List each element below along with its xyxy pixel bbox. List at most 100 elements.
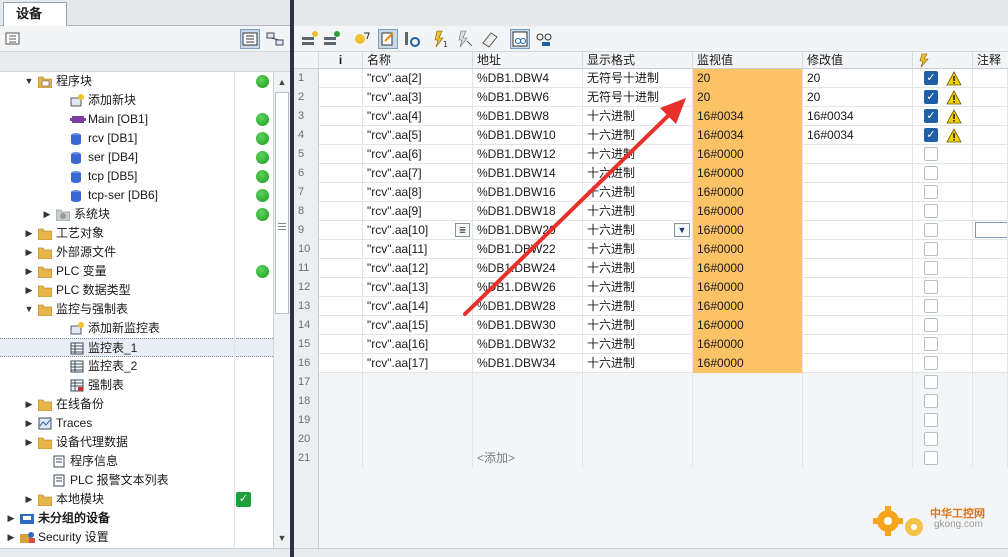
cell-modify-trigger[interactable]: [913, 240, 973, 259]
cell-comment[interactable]: [973, 88, 1008, 107]
cell-monitor-value[interactable]: 16#0000: [693, 259, 803, 278]
cell-address[interactable]: %DB1.DBW12: [473, 145, 583, 164]
cell-format[interactable]: 十六进制: [583, 126, 693, 145]
cell-comment[interactable]: [973, 316, 1008, 335]
modify-checkbox[interactable]: [924, 223, 938, 237]
tree-item[interactable]: tcp [DB5]: [0, 167, 273, 186]
tree-item[interactable]: 强制表: [0, 376, 273, 395]
empty-cell[interactable]: [473, 411, 583, 430]
cell-comment[interactable]: [973, 145, 1008, 164]
tree-item[interactable]: ▼ 监控与强制表: [0, 300, 273, 319]
tree-item[interactable]: ▶ Security 设置: [0, 528, 273, 547]
network-view-icon[interactable]: [266, 31, 284, 47]
cell-address[interactable]: %DB1.DBW4: [473, 69, 583, 88]
empty-cell[interactable]: [473, 392, 583, 411]
empty-cell[interactable]: [583, 392, 693, 411]
collapse-arrow-icon[interactable]: ▼: [24, 72, 34, 91]
add-row-link[interactable]: <添加>: [477, 451, 515, 465]
cell-comment[interactable]: [973, 164, 1008, 183]
table-row[interactable]: 12 "rcv".aa[13] %DB1.DBW26 十六进制 16#0000: [294, 278, 1008, 297]
add-row-icon[interactable]: [322, 29, 342, 49]
empty-cell[interactable]: [913, 392, 973, 411]
overview-view-button[interactable]: [240, 29, 260, 49]
monitor-all-button[interactable]: [378, 29, 398, 49]
empty-cell[interactable]: [319, 411, 363, 430]
cell-comment[interactable]: [973, 354, 1008, 373]
tree-scroll-thumb[interactable]: [275, 92, 289, 314]
cell-format[interactable]: 十六进制: [583, 240, 693, 259]
cell-address[interactable]: %DB1.DBW10: [473, 126, 583, 145]
cell-format[interactable]: 十六进制: [583, 278, 693, 297]
cell-address[interactable]: %DB1.DBW18: [473, 202, 583, 221]
cell-modify-value[interactable]: [803, 354, 913, 373]
cell-name[interactable]: "rcv".aa[6]: [363, 145, 473, 164]
cell-info[interactable]: [319, 69, 363, 88]
modify-checkbox[interactable]: ✓: [924, 109, 938, 123]
cell-monitor-value[interactable]: 20: [693, 88, 803, 107]
cell-format[interactable]: 十六进制: [583, 316, 693, 335]
cell-modify-trigger[interactable]: ✓: [913, 107, 973, 126]
cell-address[interactable]: %DB1.DBW20: [473, 221, 583, 240]
cell-comment[interactable]: [973, 259, 1008, 278]
cell-modify-trigger[interactable]: [913, 297, 973, 316]
table-row[interactable]: 2 "rcv".aa[3] %DB1.DBW6 无符号十进制 20 20 ✓: [294, 88, 1008, 107]
cell-format[interactable]: 十六进制: [583, 354, 693, 373]
cell-modify-trigger[interactable]: [913, 354, 973, 373]
enable-peripheral-icon[interactable]: [480, 29, 500, 49]
cell-address[interactable]: %DB1.DBW30: [473, 316, 583, 335]
tree-item[interactable]: ser [DB4]: [0, 148, 273, 167]
tree-item[interactable]: tcp-ser [DB6]: [0, 186, 273, 205]
cell-monitor-value[interactable]: 20: [693, 69, 803, 88]
table-row[interactable]: 1 "rcv".aa[2] %DB1.DBW4 无符号十进制 20 20 ✓: [294, 69, 1008, 88]
tree-item[interactable]: ▶ 未分组的设备: [0, 509, 273, 528]
cell-info[interactable]: [319, 145, 363, 164]
cell-comment[interactable]: [973, 278, 1008, 297]
tree-item[interactable]: ▶ Traces: [0, 414, 273, 433]
cell-format[interactable]: 十六进制: [583, 297, 693, 316]
cell-format[interactable]: 十六进制: [583, 145, 693, 164]
cell-modify-value[interactable]: [803, 240, 913, 259]
modify-checkbox[interactable]: ✓: [924, 128, 938, 142]
tree-item[interactable]: 程序信息: [0, 452, 273, 471]
tree-item[interactable]: 添加新监控表: [0, 319, 273, 338]
cell-format[interactable]: 十六进制: [583, 164, 693, 183]
stop-force-icon[interactable]: [454, 29, 474, 49]
table-row-empty[interactable]: 21 <添加>: [294, 449, 1008, 468]
modify-checkbox[interactable]: ✓: [924, 71, 938, 85]
modify-checkbox[interactable]: [924, 451, 938, 465]
cell-modify-trigger[interactable]: [913, 335, 973, 354]
cell-name[interactable]: "rcv".aa[10] ≣: [363, 221, 473, 240]
cell-format[interactable]: 无符号十进制: [583, 69, 693, 88]
cell-modify-trigger[interactable]: [913, 202, 973, 221]
table-row-empty[interactable]: 19: [294, 411, 1008, 430]
cell-monitor-value[interactable]: 16#0034: [693, 107, 803, 126]
cell-name[interactable]: "rcv".aa[14]: [363, 297, 473, 316]
cell-monitor-value[interactable]: 16#0000: [693, 297, 803, 316]
cell-address[interactable]: %DB1.DBW14: [473, 164, 583, 183]
tree-item[interactable]: PLC 报警文本列表: [0, 471, 273, 490]
empty-cell[interactable]: [913, 449, 973, 468]
modify-checkbox[interactable]: [924, 242, 938, 256]
empty-cell[interactable]: [693, 430, 803, 449]
tree-item[interactable]: 监控表_1: [0, 338, 273, 357]
cell-modify-value[interactable]: [803, 183, 913, 202]
empty-cell[interactable]: [583, 373, 693, 392]
cell-monitor-value[interactable]: 16#0000: [693, 278, 803, 297]
scroll-up-icon[interactable]: ▲: [274, 74, 290, 90]
cell-info[interactable]: [319, 335, 363, 354]
expand-arrow-icon[interactable]: ▶: [24, 395, 34, 414]
cell-format[interactable]: 十六进制: [583, 107, 693, 126]
empty-cell[interactable]: [803, 392, 913, 411]
empty-cell[interactable]: [973, 373, 1008, 392]
empty-cell[interactable]: [913, 411, 973, 430]
cell-address[interactable]: %DB1.DBW34: [473, 354, 583, 373]
cell-monitor-value[interactable]: 16#0000: [693, 164, 803, 183]
cell-modify-trigger[interactable]: ✓: [913, 69, 973, 88]
cell-format[interactable]: 十六进制 ▼: [583, 221, 693, 240]
cell-info[interactable]: [319, 354, 363, 373]
cell-modify-value[interactable]: [803, 335, 913, 354]
cell-name[interactable]: "rcv".aa[5]: [363, 126, 473, 145]
table-row[interactable]: 7 "rcv".aa[8] %DB1.DBW16 十六进制 16#0000: [294, 183, 1008, 202]
show-modify-columns-icon[interactable]: [534, 29, 554, 49]
table-row[interactable]: 4 "rcv".aa[5] %DB1.DBW10 十六进制 16#0034 16#0034…: [294, 126, 1008, 145]
